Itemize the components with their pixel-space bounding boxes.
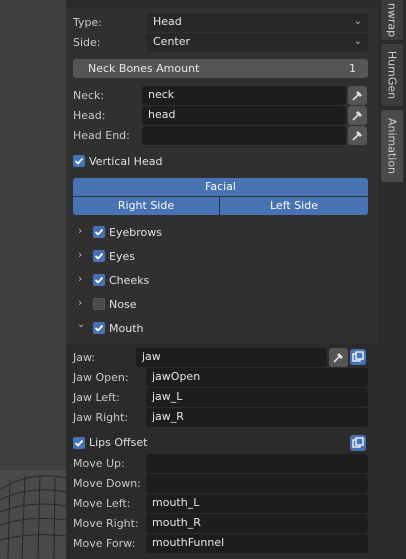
eyebrows-label: Eyebrows	[109, 226, 162, 239]
side-value: Center	[153, 35, 191, 48]
move-right-label: Move Right:	[73, 517, 139, 530]
neck-field[interactable]: neck	[142, 86, 346, 105]
head-end-field[interactable]	[142, 126, 346, 145]
left-side-tab[interactable]: Left Side	[220, 197, 368, 215]
nose-checkbox[interactable]	[93, 298, 105, 310]
head-end-label: Head End:	[73, 129, 130, 142]
check-icon	[74, 439, 84, 447]
move-up-label: Move Up:	[73, 457, 125, 470]
copy-icon[interactable]	[350, 435, 366, 451]
check-icon	[94, 252, 104, 260]
vertical-head-label: Vertical Head	[89, 155, 163, 168]
jaw-right-field[interactable]: jaw_R	[146, 408, 368, 427]
move-down-field[interactable]	[146, 474, 368, 493]
jaw-field[interactable]: jaw	[136, 348, 327, 367]
copy-icon[interactable]	[350, 349, 366, 365]
neck-bones-label: Neck Bones Amount	[88, 62, 200, 75]
lips-offset-checkbox[interactable]	[73, 437, 85, 449]
jaw-left-field[interactable]: jaw_L	[146, 388, 368, 407]
facial-header-button[interactable]: Facial	[73, 178, 368, 196]
check-icon	[94, 228, 104, 236]
eyedropper-icon[interactable]	[329, 348, 348, 367]
jaw-left-label: Jaw Left:	[73, 391, 120, 404]
move-right-field[interactable]: mouth_R	[146, 514, 368, 533]
jaw-right-label: Jaw Right:	[73, 411, 129, 424]
jaw-label: Jaw:	[73, 351, 96, 364]
mouth-label: Mouth	[109, 322, 144, 335]
eyebrows-checkbox[interactable]	[93, 226, 105, 238]
eyedropper-icon[interactable]	[348, 126, 367, 145]
viewport-grid	[0, 470, 66, 559]
check-icon	[94, 276, 104, 284]
chevron-down-icon[interactable]: ⌄	[77, 319, 85, 330]
eyes-checkbox[interactable]	[93, 250, 105, 262]
chevron-down-icon: ⌄	[353, 16, 362, 27]
vertical-head-checkbox[interactable]	[73, 155, 85, 167]
type-label: Type:	[73, 16, 102, 29]
eyedropper-icon[interactable]	[348, 106, 367, 125]
move-forw-label: Move Forw:	[73, 537, 136, 550]
move-left-field[interactable]: mouth_L	[146, 494, 368, 513]
cheeks-checkbox[interactable]	[93, 274, 105, 286]
head-field[interactable]: head	[142, 106, 346, 125]
chevron-right-icon[interactable]: ›	[78, 296, 82, 309]
tab-humgen[interactable]: HumGen	[381, 44, 403, 106]
move-left-label: Move Left:	[73, 497, 131, 510]
check-icon	[94, 324, 104, 332]
chevron-right-icon[interactable]: ›	[78, 224, 82, 237]
lips-offset-label: Lips Offset	[89, 436, 148, 449]
move-forw-field[interactable]: mouthFunnel	[146, 534, 368, 553]
tab-nwrap[interactable]: nwrap	[381, 0, 403, 40]
chevron-right-icon[interactable]: ›	[78, 272, 82, 285]
3d-viewport[interactable]	[0, 0, 66, 559]
move-down-label: Move Down:	[73, 477, 141, 490]
neck-bones-amount-field[interactable]: Neck Bones Amount 1	[73, 59, 368, 78]
head-label: Head:	[73, 109, 106, 122]
sidebar-tab-strip: nwrap HumGen Animation	[378, 0, 406, 559]
chevron-down-icon: ⌄	[353, 36, 362, 47]
jaw-open-field[interactable]: jawOpen	[146, 368, 368, 387]
jaw-open-label: Jaw Open:	[73, 371, 129, 384]
type-dropdown[interactable]: Head ⌄	[146, 13, 368, 32]
side-dropdown[interactable]: Center ⌄	[146, 33, 368, 52]
side-label: Side:	[73, 36, 101, 49]
eyes-label: Eyes	[109, 250, 135, 263]
neck-label: Neck:	[73, 89, 105, 102]
tab-animation[interactable]: Animation	[381, 110, 403, 182]
mouth-subpanel: Jaw: jaw Jaw Open: jawOpen Jaw Left: jaw…	[66, 344, 378, 559]
cheeks-label: Cheeks	[109, 274, 150, 287]
chevron-right-icon[interactable]: ›	[78, 248, 82, 261]
eyedropper-icon[interactable]	[348, 86, 367, 105]
right-side-tab[interactable]: Right Side	[73, 197, 219, 215]
check-icon	[74, 157, 84, 165]
panel-top-band	[66, 0, 378, 8]
move-up-field[interactable]	[146, 454, 368, 473]
nose-label: Nose	[109, 298, 137, 311]
type-value: Head	[153, 15, 182, 28]
neck-bones-value: 1	[349, 62, 356, 75]
mouth-checkbox[interactable]	[93, 322, 105, 334]
